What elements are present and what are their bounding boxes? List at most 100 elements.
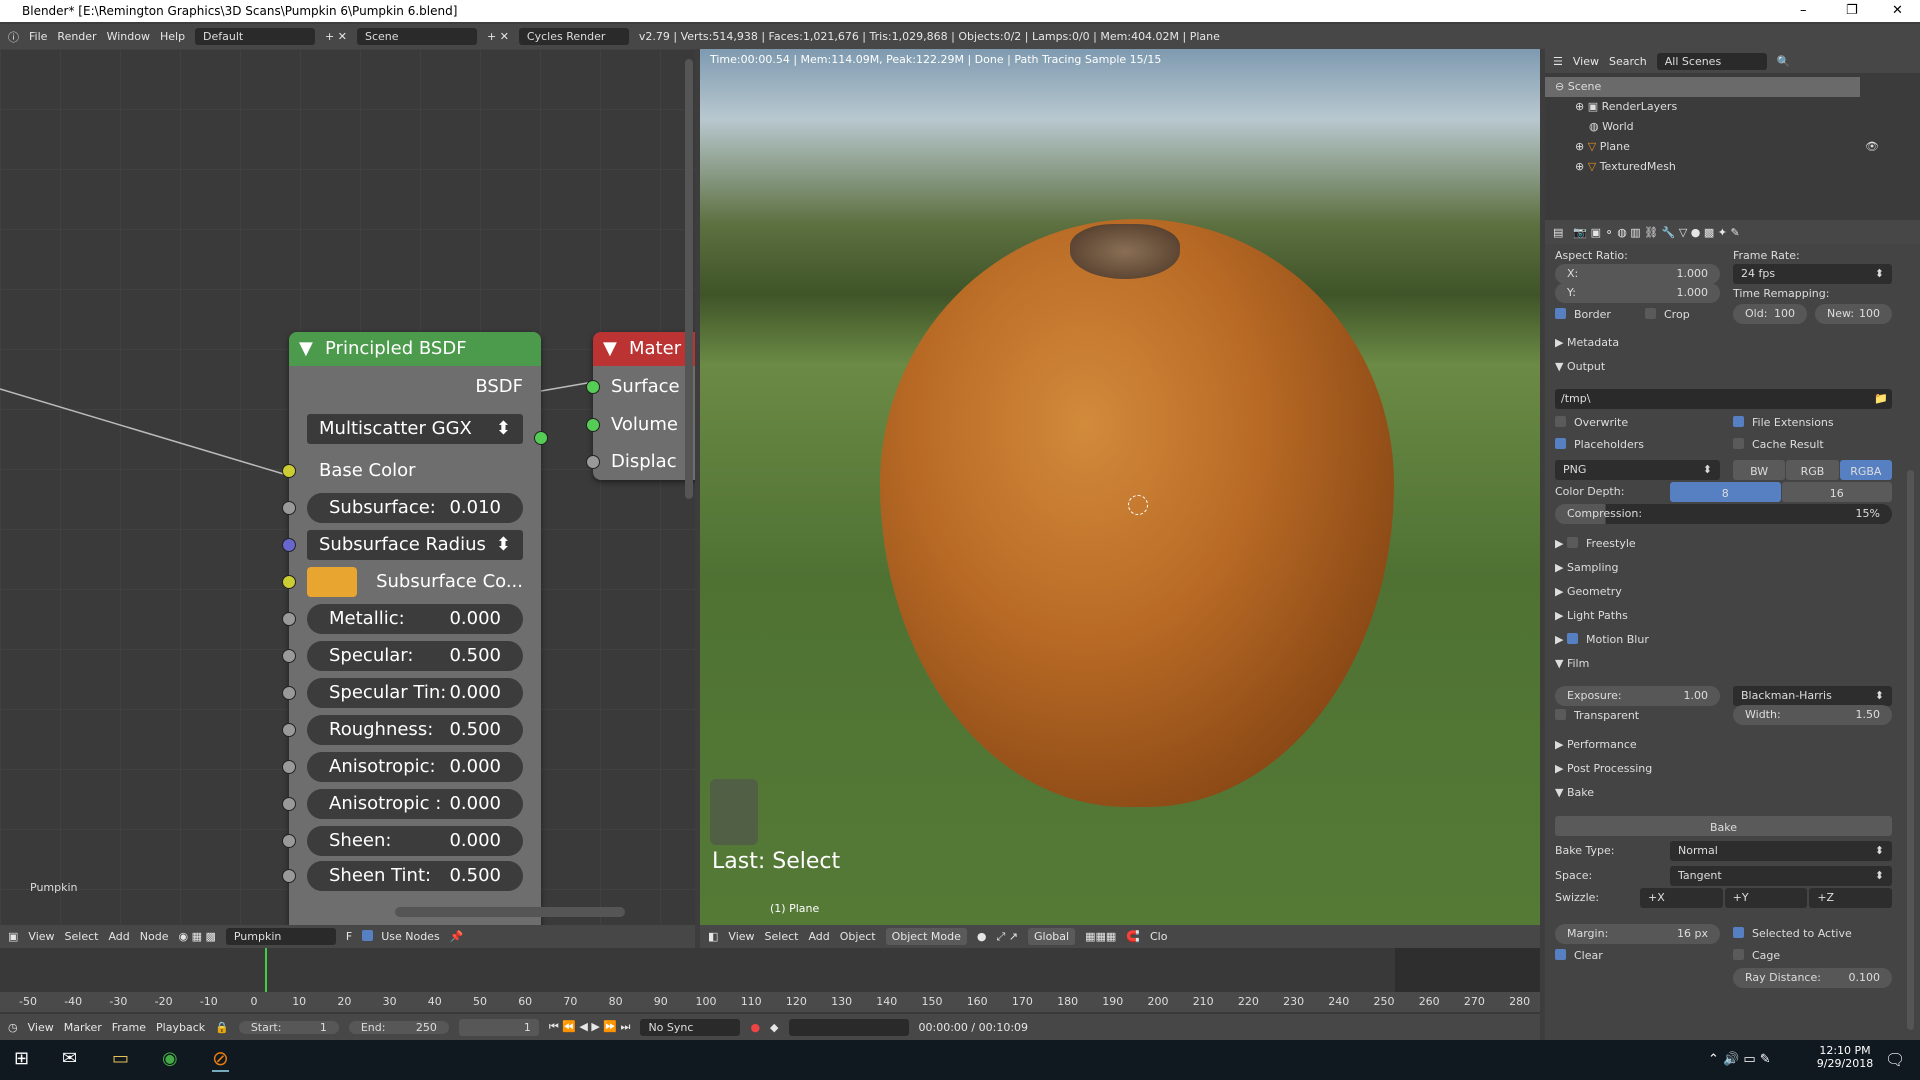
rgba-button[interactable]: RGBA: [1839, 460, 1892, 480]
editor-type-icon[interactable]: ☰: [1553, 55, 1563, 68]
menu-view[interactable]: View: [1573, 55, 1599, 68]
cage-checkbox[interactable]: Cage: [1733, 946, 1892, 966]
performance-panel[interactable]: ▶ Performance: [1555, 735, 1892, 755]
menu-playback[interactable]: Playback: [156, 1021, 205, 1034]
rgb-button[interactable]: RGB: [1786, 460, 1839, 480]
specular-tint-field[interactable]: Specular Tin: 0.000: [307, 678, 523, 708]
film-panel[interactable]: ▼ Film: [1555, 654, 1892, 674]
margin-field[interactable]: Margin: 16 px: [1555, 924, 1720, 944]
filter-width-field[interactable]: Width: 1.50: [1733, 705, 1892, 725]
menu-view[interactable]: View: [28, 1021, 54, 1034]
menu-add[interactable]: Add: [108, 930, 129, 943]
anisotropic-rotation-field[interactable]: Anisotropic :0.000: [307, 789, 523, 819]
subsurface-radius-socket[interactable]: [282, 538, 296, 552]
shading-icon[interactable]: ●: [977, 930, 987, 943]
minimize-button[interactable]: –: [1800, 0, 1807, 22]
sampling-panel[interactable]: ▶ Sampling: [1555, 558, 1892, 578]
outliner-item-texturedmesh[interactable]: ⊕ ▽ TexturedMesh: [1545, 157, 1920, 177]
layers-icon[interactable]: ▦▦▦: [1085, 930, 1116, 943]
specular-tint-socket[interactable]: [282, 686, 296, 700]
roughness-socket[interactable]: [282, 723, 296, 737]
swizzle-x-select[interactable]: +X: [1640, 888, 1723, 908]
roughness-field[interactable]: Roughness: 0.500: [307, 715, 523, 745]
cache-result-checkbox[interactable]: Cache Result: [1733, 435, 1892, 455]
scene-select[interactable]: Scene: [356, 28, 477, 45]
specular-socket[interactable]: [282, 649, 296, 663]
output-path-input[interactable]: /tmp\ 📁: [1555, 389, 1892, 409]
anisotropic-rotation-socket[interactable]: [282, 797, 296, 811]
orientation-select[interactable]: Global: [1028, 928, 1076, 945]
post-processing-panel[interactable]: ▶ Post Processing: [1555, 759, 1892, 779]
light-paths-panel[interactable]: ▶ Light Paths: [1555, 606, 1892, 626]
menu-view[interactable]: View: [728, 930, 754, 943]
material-select[interactable]: Pumpkin: [225, 928, 336, 945]
mail-icon[interactable]: ✉: [62, 1048, 77, 1069]
anisotropic-field[interactable]: Anisotropic: 0.000: [307, 752, 523, 782]
motion-blur-panel[interactable]: ▶ Motion Blur: [1555, 630, 1892, 650]
subsurface-color-row[interactable]: Subsurface Co...: [307, 567, 523, 597]
space-select[interactable]: Tangent ⬍: [1670, 866, 1892, 886]
manipulator-icon[interactable]: ⤢ ↗: [996, 930, 1018, 944]
3d-viewport[interactable]: Time:00:00.54 | Mem:114.09M, Peak:122.29…: [700, 49, 1540, 925]
displacement-socket[interactable]: [586, 455, 600, 469]
depth-8-button[interactable]: 8: [1670, 482, 1781, 502]
subsurface-color-swatch[interactable]: [307, 567, 357, 597]
add-layout-icon[interactable]: + ✕: [325, 30, 347, 43]
anisotropic-socket[interactable]: [282, 760, 296, 774]
menu-object[interactable]: Object: [840, 930, 876, 943]
end-frame-field[interactable]: End: 250: [348, 1020, 449, 1034]
use-nodes-checkbox[interactable]: Use Nodes: [362, 930, 440, 943]
keying-set-select[interactable]: [788, 1018, 909, 1036]
pixel-filter-select[interactable]: Blackman-Harris ⬍: [1733, 686, 1892, 706]
surface-socket[interactable]: [586, 380, 600, 394]
menu-view[interactable]: View: [28, 930, 54, 943]
swizzle-y-select[interactable]: +Y: [1724, 888, 1808, 908]
freestyle-panel[interactable]: ▶ Freestyle: [1555, 534, 1892, 554]
menu-select[interactable]: Select: [65, 930, 99, 943]
display-mode-select[interactable]: All Scenes: [1656, 52, 1767, 70]
metallic-field[interactable]: Metallic: 0.000: [307, 604, 523, 634]
current-frame-marker[interactable]: [265, 948, 267, 994]
sync-select[interactable]: No Sync: [640, 1018, 741, 1036]
aspect-y-field[interactable]: Y: 1.000: [1555, 283, 1720, 303]
metadata-panel[interactable]: ▶ Metadata: [1555, 333, 1892, 353]
menu-node[interactable]: Node: [140, 930, 169, 943]
layout-select[interactable]: Default: [195, 28, 316, 45]
specular-field[interactable]: Specular: 0.500: [307, 641, 523, 671]
compression-slider[interactable]: Compression: 15%: [1555, 504, 1892, 524]
metallic-socket[interactable]: [282, 612, 296, 626]
properties-scrollbar[interactable]: [1907, 470, 1914, 1030]
swizzle-z-select[interactable]: +Z: [1809, 888, 1893, 908]
render-tab-icon[interactable]: 📷 ▣ ⚬ ◍ ▥ ⛓ 🔧 ▽ ● ▩ ✦ ✎: [1573, 226, 1739, 239]
node-header[interactable]: ▼ Principled BSDF: [289, 332, 541, 366]
add-scene-icon[interactable]: + ✕: [487, 30, 509, 43]
keying-icon[interactable]: ◆: [770, 1021, 778, 1034]
subsurface-socket[interactable]: [282, 501, 296, 515]
editor-type-icon[interactable]: ▣: [8, 930, 18, 943]
menu-help[interactable]: Help: [160, 30, 185, 43]
bake-type-select[interactable]: Normal ⬍: [1670, 841, 1892, 861]
editor-type-icon[interactable]: ◷: [8, 1021, 18, 1034]
material-output-node[interactable]: ▼ Mater Surface Volume Displac: [586, 332, 695, 480]
start-frame-field[interactable]: Start: 1: [238, 1020, 339, 1034]
vertical-scrollbar[interactable]: [685, 59, 693, 499]
editor-type-icon[interactable]: ⓘ: [8, 29, 19, 45]
bsdf-output-socket[interactable]: [534, 431, 548, 445]
menu-add[interactable]: Add: [808, 930, 829, 943]
maximize-button[interactable]: ❐: [1846, 0, 1858, 22]
outliner-item-scene[interactable]: ⊖ Scene: [1545, 77, 1860, 97]
ray-distance-field[interactable]: Ray Distance: 0.100: [1733, 968, 1892, 988]
folder-icon[interactable]: 📁: [1874, 389, 1888, 409]
editor-type-icon[interactable]: ▤: [1553, 226, 1563, 239]
shader-type-icon[interactable]: ◉ ▦ ▩: [178, 930, 215, 943]
volume-socket[interactable]: [586, 418, 600, 432]
windows-start-icon[interactable]: ⊞: [14, 1048, 29, 1069]
sheen-tint-field[interactable]: Sheen Tint: 0.500: [307, 861, 523, 891]
menu-search[interactable]: Search: [1609, 55, 1647, 68]
menu-render[interactable]: Render: [57, 30, 96, 43]
distribution-select[interactable]: Multiscatter GGX ⬍: [307, 414, 523, 444]
menu-file[interactable]: File: [29, 30, 47, 43]
collapse-icon[interactable]: ▼: [603, 332, 617, 366]
aspect-x-field[interactable]: X: 1.000: [1555, 264, 1720, 284]
menu-frame[interactable]: Frame: [112, 1021, 146, 1034]
